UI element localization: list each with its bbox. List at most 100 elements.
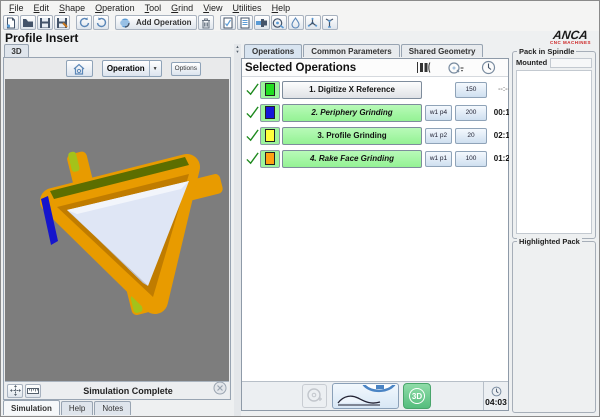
operation-color-swatch[interactable] (260, 104, 280, 122)
menu-edit[interactable]: Edit (29, 3, 55, 13)
view-mode-dropdown[interactable]: Operation ▼ (102, 60, 162, 77)
operation-row-3: 3. Profile Grinding w1 p2 20 02:17 (245, 126, 505, 145)
simulation-status-text: Simulation Complete (43, 386, 213, 396)
view-3d-button[interactable]: 3D (403, 383, 431, 409)
menu-view[interactable]: View (198, 3, 227, 13)
page-title: Profile Insert (5, 31, 78, 45)
pack-in-spindle-title: Pack in Spindle (517, 47, 576, 56)
save-as-button[interactable] (54, 15, 70, 30)
clock-icon (491, 386, 502, 397)
undo-button[interactable] (76, 15, 92, 30)
axes-setup-button[interactable] (305, 15, 321, 30)
trash-icon (200, 17, 212, 29)
pack-list[interactable] (516, 70, 592, 234)
view-panel: 3D Operation ▼ Options (1, 44, 234, 416)
operation-color-swatch[interactable] (260, 150, 280, 168)
tab-notes[interactable]: Notes (94, 401, 131, 415)
time-estimate-button[interactable] (476, 60, 500, 75)
operations-panel: Selected Operations 1. Digitize X Refere… (241, 58, 509, 411)
mounted-field[interactable] (550, 58, 592, 68)
panel-splitter[interactable]: ▲ ▼ (234, 44, 241, 416)
tab-common-parameters[interactable]: Common Parameters (303, 44, 399, 57)
view-options-button[interactable]: Options (171, 62, 201, 76)
tab-help[interactable]: Help (61, 401, 93, 415)
feed-value-button[interactable]: 100 (455, 151, 487, 167)
wheel-search-icon (272, 17, 285, 29)
menu-tool[interactable]: Tool (140, 3, 167, 13)
operations-header: Selected Operations (242, 59, 508, 77)
coolant-button[interactable] (288, 15, 304, 30)
ruler-icon (27, 386, 39, 396)
check-icon (245, 82, 260, 97)
tool-axis-button[interactable] (322, 15, 338, 30)
wheel-view-dropdown-button[interactable] (444, 60, 468, 75)
operation-button-periphery[interactable]: 2. Periphery Grinding (282, 104, 422, 122)
operations-footer: 3D 04:03 (242, 381, 508, 410)
menu-help[interactable]: Help (267, 3, 296, 13)
wheel-button[interactable]: w1 p2 (425, 128, 452, 144)
menu-shape[interactable]: Shape (54, 3, 90, 13)
checklist-icon (222, 17, 234, 29)
document-lines-icon (239, 17, 251, 29)
operation-button-rake-face[interactable]: 4. Rake Face Grinding (282, 150, 422, 168)
stop-simulation-button[interactable] (213, 381, 227, 400)
summary-button[interactable] (237, 15, 253, 30)
operation-color-swatch[interactable] (260, 127, 280, 145)
add-operation-button[interactable]: Add Operation (115, 15, 197, 30)
new-file-icon (5, 17, 17, 29)
menu-grind[interactable]: Grind (166, 3, 198, 13)
wheel-button[interactable]: w1 p4 (425, 105, 452, 121)
tab-operations[interactable]: Operations (244, 44, 302, 58)
spindle-sidebar: Pack in Spindle Mounted Highlighted Pack (509, 44, 599, 416)
menu-utilities[interactable]: Utilities (228, 3, 267, 13)
save-button[interactable] (37, 15, 53, 30)
operations-header-title: Selected Operations (242, 62, 412, 74)
check-icon (245, 105, 260, 120)
left-bottom-tabs: Simulation Help Notes (3, 400, 131, 415)
operation-button-profile[interactable]: 3. Profile Grinding (282, 127, 422, 145)
delete-operation-button[interactable] (198, 15, 214, 30)
3d-viewport[interactable] (5, 79, 229, 381)
wheel-editor-button[interactable] (254, 15, 270, 30)
insert-3d-model (5, 79, 229, 379)
operation-button-digitize[interactable]: 1. Digitize X Reference (282, 81, 422, 99)
feed-value-button[interactable]: 200 (455, 105, 487, 121)
wheel-contact-icon (336, 385, 396, 407)
undo-icon (78, 16, 91, 29)
tab-3d-view[interactable]: 3D (4, 44, 29, 57)
menu-operation[interactable]: Operation (90, 3, 140, 13)
tab-simulation[interactable]: Simulation (3, 400, 60, 415)
application-window: File Edit Shape Operation Tool Grind Vie… (0, 0, 600, 417)
splitter-down-icon[interactable]: ▼ (234, 49, 241, 54)
contact-simulation-button[interactable] (332, 383, 399, 409)
cycle-time-display: 04:03 (483, 382, 508, 410)
feed-value-button[interactable]: 150 (455, 82, 487, 98)
checklist-button[interactable] (220, 15, 236, 30)
wheel-button[interactable]: w1 p1 (425, 151, 452, 167)
wheel-sim-button-disabled[interactable] (302, 384, 327, 408)
operation-color-swatch[interactable] (260, 81, 280, 99)
open-file-button[interactable] (20, 15, 36, 30)
menu-file[interactable]: File (4, 3, 29, 13)
check-icon (245, 128, 260, 143)
redo-button[interactable] (93, 15, 109, 30)
wheel-pack-button[interactable] (412, 60, 436, 75)
tool-axis-icon (323, 17, 336, 29)
new-file-button[interactable] (3, 15, 19, 30)
axes-icon (306, 17, 319, 29)
operations-list: 1. Digitize X Reference 150 --:-- 2. Per… (242, 78, 508, 381)
wheel-view-icon (447, 61, 465, 75)
open-folder-icon (22, 17, 34, 29)
pan-button[interactable] (7, 384, 23, 398)
wheel-disabled-icon (306, 387, 324, 405)
add-operation-icon (120, 17, 133, 29)
measure-button[interactable] (25, 384, 41, 398)
highlighted-pack-title: Highlighted Pack (517, 237, 582, 246)
view-toolbar: Operation ▼ Options (5, 58, 229, 79)
tab-shared-geometry[interactable]: Shared Geometry (401, 44, 484, 57)
menu-bar: File Edit Shape Operation Tool Grind Vie… (1, 1, 599, 14)
feed-value-button[interactable]: 20 (455, 128, 487, 144)
home-view-button[interactable] (66, 60, 93, 77)
move-arrows-icon (10, 385, 21, 396)
wheel-qualify-button[interactable] (271, 15, 287, 30)
